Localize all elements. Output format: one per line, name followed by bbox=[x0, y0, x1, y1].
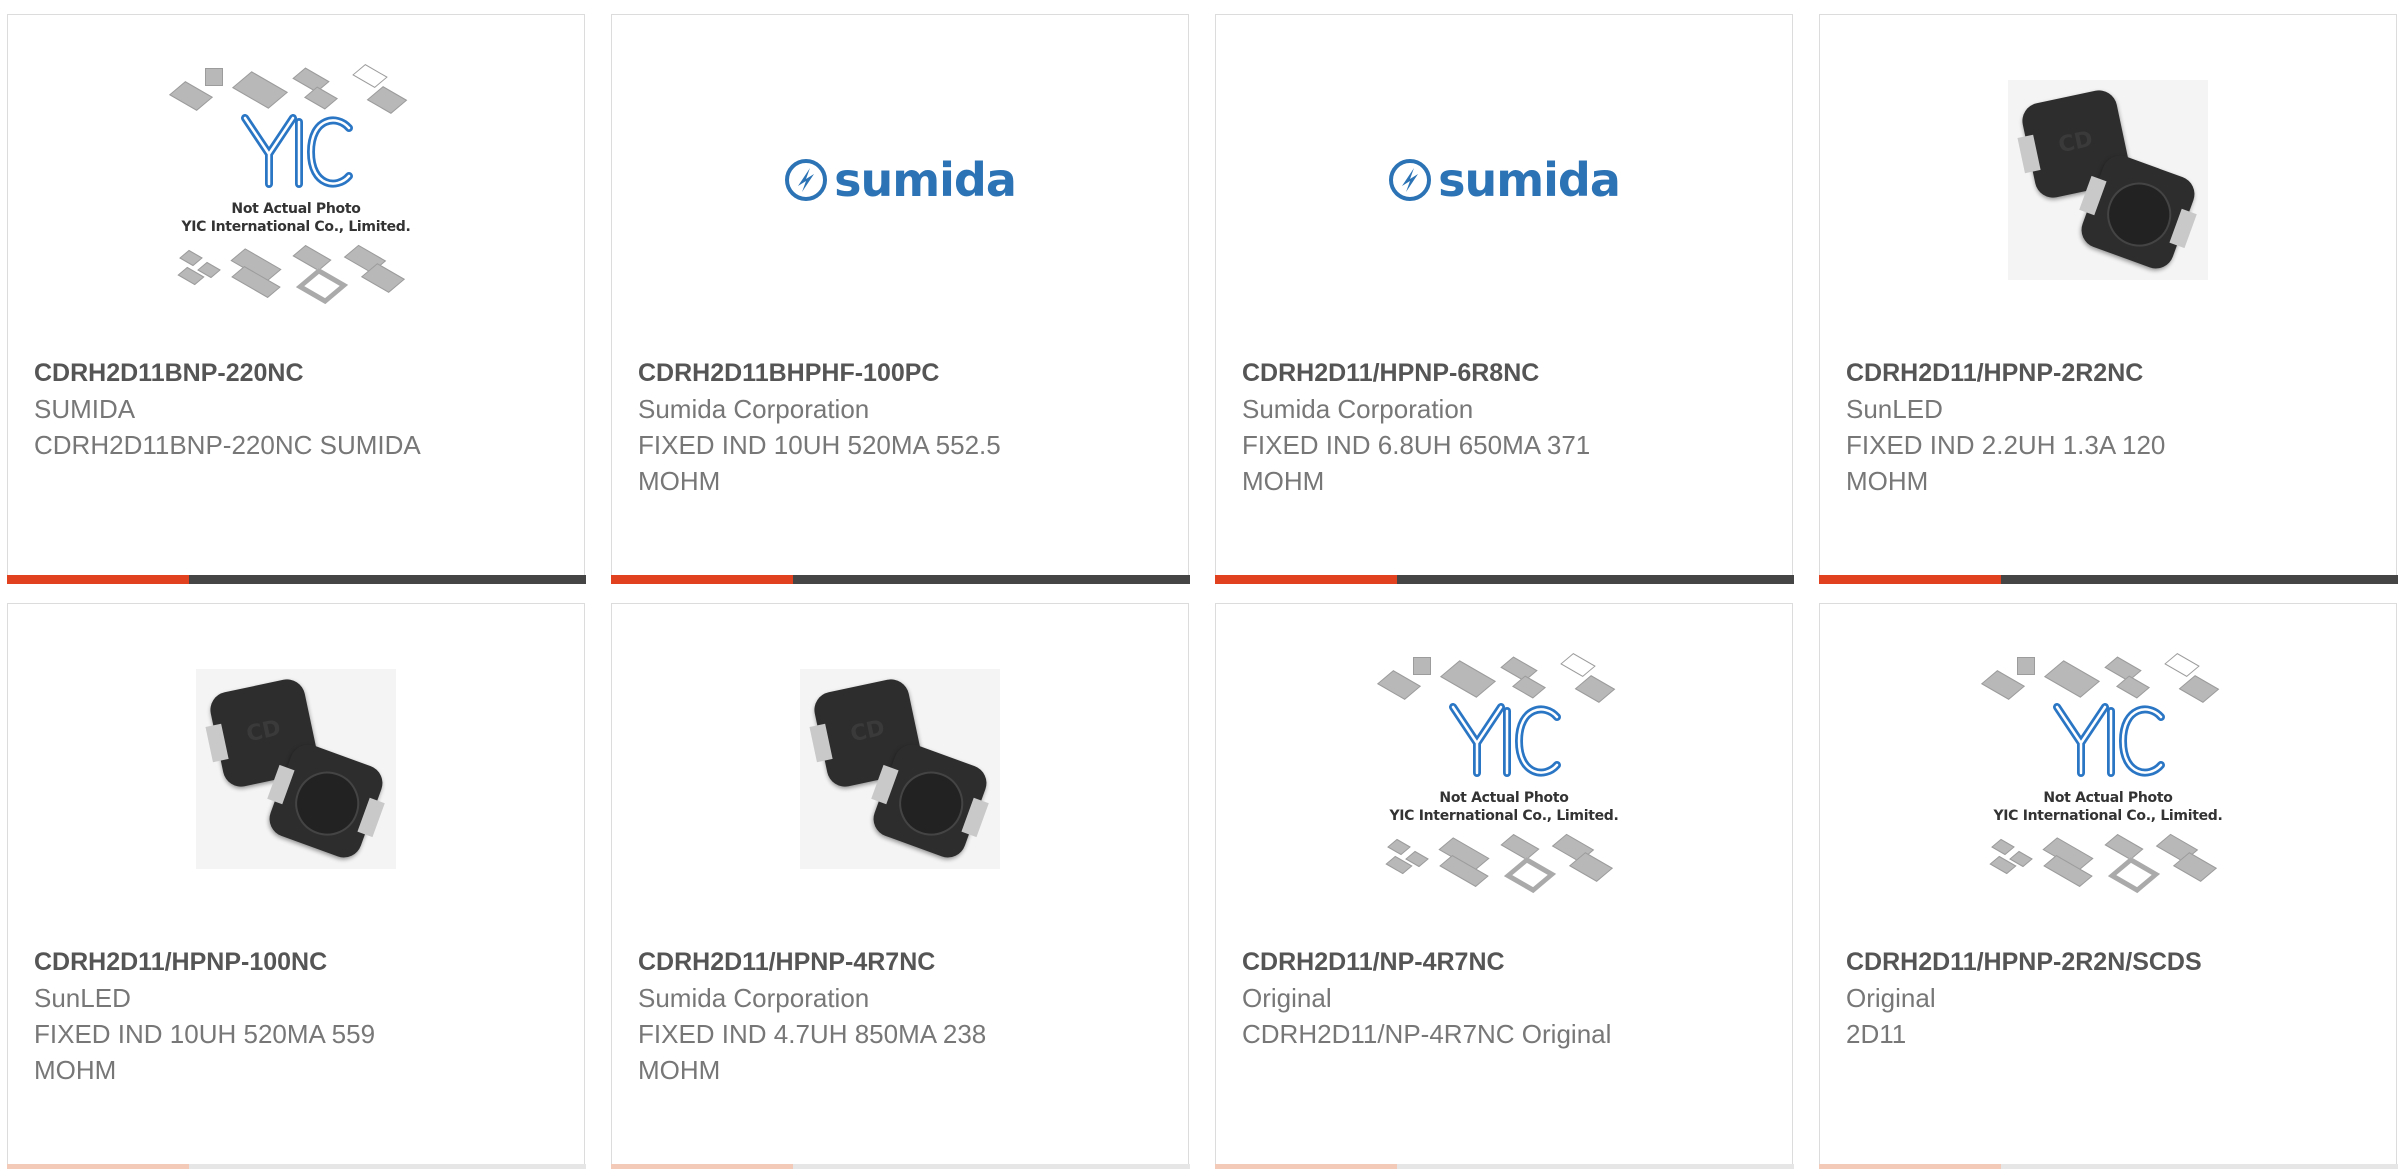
description-line: MOHM bbox=[34, 1055, 117, 1085]
placeholder-caption: Not Actual Photo YIC International Co., … bbox=[1369, 789, 1639, 825]
placeholder-caption: Not Actual Photo YIC International Co., … bbox=[1973, 789, 2243, 825]
sumida-mark-icon bbox=[1389, 159, 1432, 201]
description-line: MOHM bbox=[638, 1055, 721, 1085]
placeholder-caption: Not Actual Photo YIC International Co., … bbox=[161, 200, 431, 236]
description-line: FIXED IND 2.2UH 1.3A 120 bbox=[1846, 430, 2166, 460]
placeholder-line-2: YIC International Co., Limited. bbox=[1389, 808, 1619, 824]
sumida-logo-text: sumida bbox=[1438, 153, 1621, 207]
manufacturer: Sumida Corporation bbox=[638, 983, 870, 1013]
manufacturer: SunLED bbox=[34, 983, 131, 1013]
description-line: FIXED IND 10UH 520MA 559 bbox=[34, 1019, 376, 1049]
product-image[interactable]: CD bbox=[612, 604, 1188, 934]
manufacturer: Sumida Corporation bbox=[1242, 394, 1474, 424]
placeholder-line-2: YIC International Co., Limited. bbox=[1993, 808, 2223, 824]
yic-placeholder-image: Not Actual Photo YIC International Co., … bbox=[161, 60, 431, 305]
product-image[interactable]: CD bbox=[1820, 15, 2396, 345]
sumida-mark-icon bbox=[785, 159, 828, 201]
product-image[interactable]: CD bbox=[8, 604, 584, 934]
placeholder-line-1: Not Actual Photo bbox=[1439, 790, 1569, 806]
sumida-logo: sumida bbox=[784, 153, 1017, 207]
description-line: CDRH2D11/NP-4R7NC Original bbox=[1242, 1019, 1612, 1049]
yic-placeholder-image: Not Actual Photo YIC International Co., … bbox=[1369, 649, 1639, 894]
product-card[interactable]: Not Actual Photo YIC International Co., … bbox=[1214, 603, 1794, 1169]
sumida-logo: sumida bbox=[1388, 153, 1621, 207]
inductor-photo: CD bbox=[196, 669, 396, 869]
part-number-link[interactable]: CDRH2D11/NP-4R7NC bbox=[1242, 944, 1772, 980]
product-card[interactable]: sumida CDRH2D11BHPHF-100PC Sumida Corpor… bbox=[610, 14, 1190, 584]
sumida-logo-text: sumida bbox=[834, 153, 1017, 207]
product-image[interactable]: Not Actual Photo YIC International Co., … bbox=[8, 15, 584, 345]
yic-logo-icon bbox=[2053, 703, 2165, 777]
card-accent-bar bbox=[1818, 575, 2398, 584]
product-card[interactable]: Not Actual Photo YIC International Co., … bbox=[1818, 603, 2398, 1169]
yic-placeholder-image: Not Actual Photo YIC International Co., … bbox=[1973, 649, 2243, 894]
product-card[interactable]: CD CDRH2D11/HPNP-4R7NC Sumida Corporatio… bbox=[610, 603, 1190, 1169]
manufacturer: Sumida Corporation bbox=[638, 394, 870, 424]
product-card[interactable]: sumida CDRH2D11/HPNP-6R8NC Sumida Corpor… bbox=[1214, 14, 1794, 584]
description-line: MOHM bbox=[638, 466, 721, 496]
yic-logo-icon bbox=[1449, 703, 1561, 777]
placeholder-line-1: Not Actual Photo bbox=[231, 201, 361, 217]
manufacturer: Original bbox=[1242, 983, 1332, 1013]
description-line: FIXED IND 6.8UH 650MA 371 bbox=[1242, 430, 1591, 460]
description-line: FIXED IND 10UH 520MA 552.5 bbox=[638, 430, 1001, 460]
part-number-link[interactable]: CDRH2D11/HPNP-4R7NC bbox=[638, 944, 1168, 980]
inductor-photo: CD bbox=[800, 669, 1000, 869]
card-accent-bar bbox=[6, 575, 586, 584]
product-card[interactable]: Not Actual Photo YIC International Co., … bbox=[6, 14, 586, 584]
manufacturer: Original bbox=[1846, 983, 1936, 1013]
description-line: CDRH2D11BNP-220NC SUMIDA bbox=[34, 430, 421, 460]
product-card[interactable]: CD CDRH2D11/HPNP-2R2NC SunLED FIXED IND … bbox=[1818, 14, 2398, 584]
product-image[interactable]: sumida bbox=[1216, 15, 1792, 345]
product-image[interactable]: sumida bbox=[612, 15, 1188, 345]
product-image[interactable]: Not Actual Photo YIC International Co., … bbox=[1216, 604, 1792, 934]
part-number-link[interactable]: CDRH2D11BNP-220NC bbox=[34, 355, 564, 391]
description-line: FIXED IND 4.7UH 850MA 238 bbox=[638, 1019, 987, 1049]
placeholder-line-1: Not Actual Photo bbox=[2043, 790, 2173, 806]
part-number-link[interactable]: CDRH2D11/HPNP-6R8NC bbox=[1242, 355, 1772, 391]
inductor-photo: CD bbox=[2008, 80, 2208, 280]
product-image[interactable]: Not Actual Photo YIC International Co., … bbox=[1820, 604, 2396, 934]
description-line: 2D11 bbox=[1846, 1019, 1907, 1049]
yic-logo-icon bbox=[241, 114, 353, 188]
part-number-link[interactable]: CDRH2D11BHPHF-100PC bbox=[638, 355, 1168, 391]
card-accent-bar bbox=[1214, 575, 1794, 584]
manufacturer: SUMIDA bbox=[34, 394, 136, 424]
part-number-link[interactable]: CDRH2D11/HPNP-2R2NC bbox=[1846, 355, 2376, 391]
description-line: MOHM bbox=[1242, 466, 1325, 496]
product-card[interactable]: CD CDRH2D11/HPNP-100NC SunLED FIXED IND … bbox=[6, 603, 586, 1169]
part-number-link[interactable]: CDRH2D11/HPNP-2R2N/SCDS bbox=[1846, 944, 2376, 980]
manufacturer: SunLED bbox=[1846, 394, 1943, 424]
placeholder-line-2: YIC International Co., Limited. bbox=[181, 219, 411, 235]
card-accent-bar bbox=[610, 575, 1190, 584]
description-line: MOHM bbox=[1846, 466, 1929, 496]
part-number-link[interactable]: CDRH2D11/HPNP-100NC bbox=[34, 944, 564, 980]
